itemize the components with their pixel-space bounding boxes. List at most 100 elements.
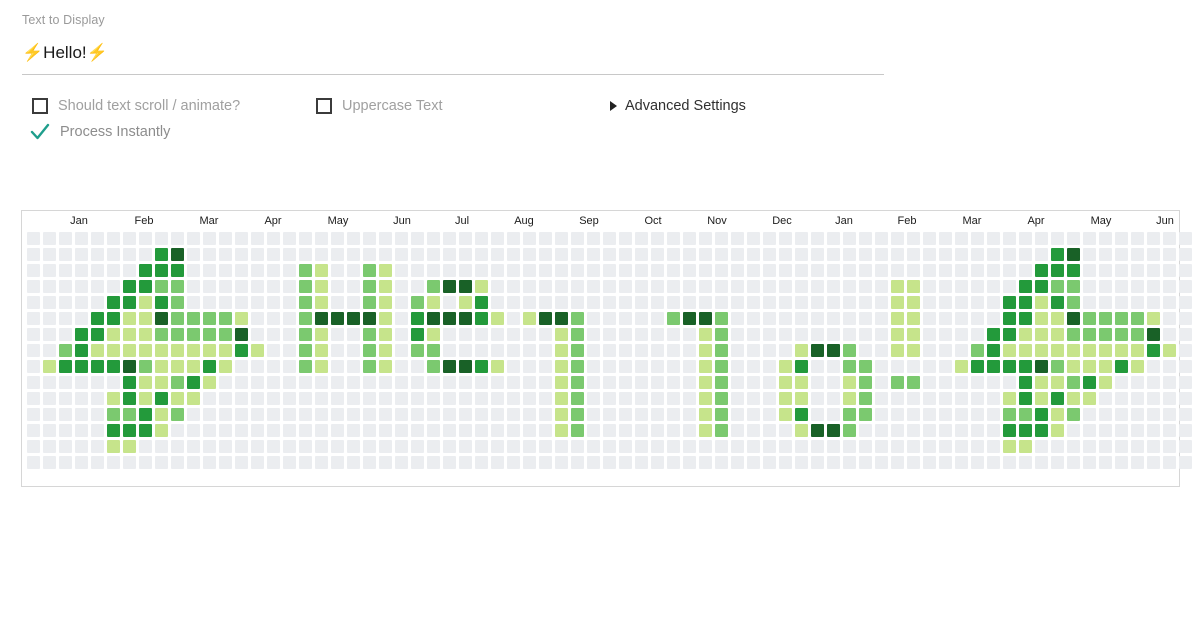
grid-cell[interactable] bbox=[427, 376, 440, 389]
grid-cell[interactable] bbox=[379, 296, 392, 309]
grid-cell[interactable] bbox=[267, 312, 280, 325]
grid-cell[interactable] bbox=[699, 424, 712, 437]
grid-cell[interactable] bbox=[651, 376, 664, 389]
grid-cell[interactable] bbox=[443, 248, 456, 261]
grid-cell[interactable] bbox=[507, 440, 520, 453]
grid-cell[interactable] bbox=[27, 328, 40, 341]
grid-cell[interactable] bbox=[587, 424, 600, 437]
grid-cell[interactable] bbox=[203, 392, 216, 405]
grid-cell[interactable] bbox=[219, 440, 232, 453]
grid-cell[interactable] bbox=[907, 424, 920, 437]
grid-cell[interactable] bbox=[1099, 264, 1112, 277]
grid-cell[interactable] bbox=[779, 232, 792, 245]
grid-cell[interactable] bbox=[907, 232, 920, 245]
grid-cell[interactable] bbox=[939, 376, 952, 389]
grid-cell[interactable] bbox=[315, 296, 328, 309]
grid-cell[interactable] bbox=[235, 392, 248, 405]
grid-cell[interactable] bbox=[251, 456, 264, 469]
grid-cell[interactable] bbox=[75, 344, 88, 357]
grid-cell[interactable] bbox=[683, 296, 696, 309]
grid-cell[interactable] bbox=[123, 280, 136, 293]
grid-cell[interactable] bbox=[315, 440, 328, 453]
grid-cell[interactable] bbox=[763, 392, 776, 405]
grid-cell[interactable] bbox=[1179, 456, 1192, 469]
grid-cell[interactable] bbox=[251, 360, 264, 373]
grid-cell[interactable] bbox=[603, 328, 616, 341]
grid-cell[interactable] bbox=[955, 456, 968, 469]
grid-cell[interactable] bbox=[459, 232, 472, 245]
grid-cell[interactable] bbox=[1163, 328, 1176, 341]
grid-cell[interactable] bbox=[1147, 392, 1160, 405]
grid-cell[interactable] bbox=[539, 264, 552, 277]
grid-cell[interactable] bbox=[859, 280, 872, 293]
grid-cell[interactable] bbox=[171, 280, 184, 293]
grid-cell[interactable] bbox=[379, 360, 392, 373]
grid-cell[interactable] bbox=[203, 424, 216, 437]
grid-cell[interactable] bbox=[91, 360, 104, 373]
grid-cell[interactable] bbox=[139, 344, 152, 357]
grid-cell[interactable] bbox=[635, 440, 648, 453]
grid-cell[interactable] bbox=[283, 392, 296, 405]
grid-cell[interactable] bbox=[395, 408, 408, 421]
grid-cell[interactable] bbox=[459, 280, 472, 293]
grid-cell[interactable] bbox=[267, 456, 280, 469]
grid-cell[interactable] bbox=[427, 248, 440, 261]
grid-cell[interactable] bbox=[1051, 280, 1064, 293]
grid-cell[interactable] bbox=[43, 264, 56, 277]
grid-cell[interactable] bbox=[411, 408, 424, 421]
grid-cell[interactable] bbox=[1131, 392, 1144, 405]
grid-cell[interactable] bbox=[955, 424, 968, 437]
grid-cell[interactable] bbox=[443, 280, 456, 293]
grid-cell[interactable] bbox=[123, 376, 136, 389]
grid-cell[interactable] bbox=[331, 440, 344, 453]
grid-cell[interactable] bbox=[923, 360, 936, 373]
grid-cell[interactable] bbox=[971, 296, 984, 309]
grid-cell[interactable] bbox=[699, 456, 712, 469]
grid-cell[interactable] bbox=[1179, 440, 1192, 453]
grid-cell[interactable] bbox=[523, 376, 536, 389]
grid-cell[interactable] bbox=[267, 328, 280, 341]
grid-cell[interactable] bbox=[763, 424, 776, 437]
grid-cell[interactable] bbox=[59, 408, 72, 421]
grid-cell[interactable] bbox=[491, 392, 504, 405]
grid-cell[interactable] bbox=[1147, 376, 1160, 389]
grid-cell[interactable] bbox=[955, 296, 968, 309]
grid-cell[interactable] bbox=[283, 424, 296, 437]
grid-cell[interactable] bbox=[683, 232, 696, 245]
grid-cell[interactable] bbox=[219, 264, 232, 277]
grid-cell[interactable] bbox=[203, 296, 216, 309]
grid-cell[interactable] bbox=[987, 392, 1000, 405]
grid-cell[interactable] bbox=[699, 408, 712, 421]
grid-cell[interactable] bbox=[27, 408, 40, 421]
grid-cell[interactable] bbox=[747, 328, 760, 341]
grid-cell[interactable] bbox=[107, 440, 120, 453]
grid-cell[interactable] bbox=[795, 376, 808, 389]
grid-cell[interactable] bbox=[875, 312, 888, 325]
grid-cell[interactable] bbox=[411, 280, 424, 293]
grid-cell[interactable] bbox=[555, 264, 568, 277]
grid-cell[interactable] bbox=[475, 376, 488, 389]
grid-cell[interactable] bbox=[571, 456, 584, 469]
grid-cell[interactable] bbox=[619, 344, 632, 357]
grid-cell[interactable] bbox=[219, 328, 232, 341]
grid-cell[interactable] bbox=[27, 392, 40, 405]
grid-cell[interactable] bbox=[187, 248, 200, 261]
grid-cell[interactable] bbox=[1147, 456, 1160, 469]
grid-cell[interactable] bbox=[203, 456, 216, 469]
grid-cell[interactable] bbox=[1067, 328, 1080, 341]
grid-cell[interactable] bbox=[251, 296, 264, 309]
grid-cell[interactable] bbox=[667, 424, 680, 437]
grid-cell[interactable] bbox=[651, 408, 664, 421]
grid-cell[interactable] bbox=[907, 280, 920, 293]
grid-cell[interactable] bbox=[1035, 296, 1048, 309]
grid-cell[interactable] bbox=[347, 264, 360, 277]
grid-cell[interactable] bbox=[43, 456, 56, 469]
grid-cell[interactable] bbox=[1067, 392, 1080, 405]
grid-cell[interactable] bbox=[811, 408, 824, 421]
grid-cell[interactable] bbox=[891, 280, 904, 293]
grid-cell[interactable] bbox=[379, 248, 392, 261]
grid-cell[interactable] bbox=[123, 312, 136, 325]
grid-cell[interactable] bbox=[571, 376, 584, 389]
grid-cell[interactable] bbox=[651, 328, 664, 341]
grid-cell[interactable] bbox=[91, 312, 104, 325]
